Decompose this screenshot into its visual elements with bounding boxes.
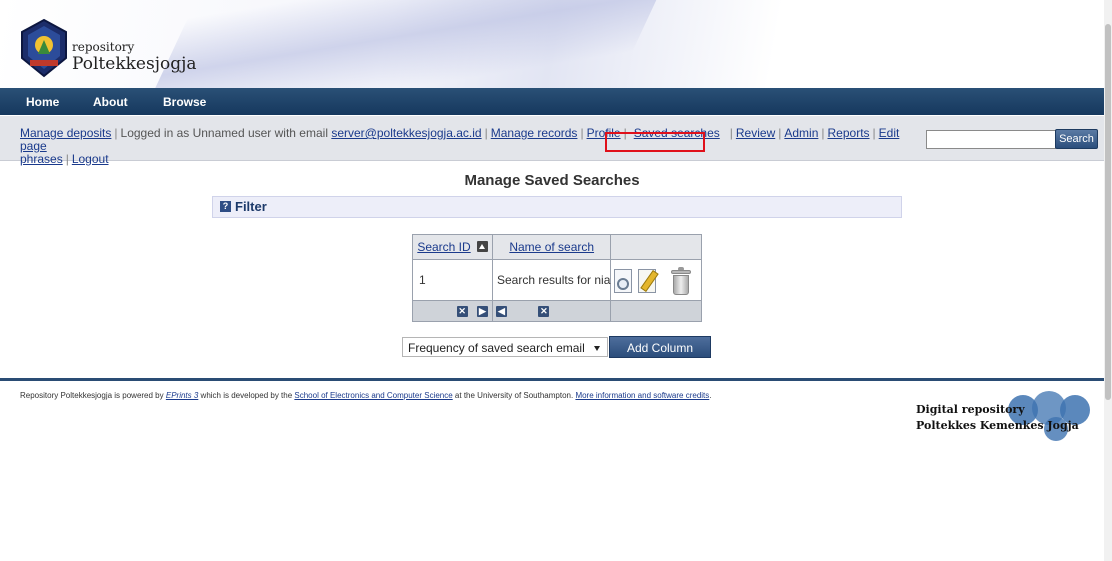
col2-controls: ◀ ✕	[491, 300, 612, 322]
column-controls-row: ✕ ▶ ◀ ✕	[412, 300, 703, 322]
edit-icon[interactable]	[638, 269, 657, 293]
chevron-down-icon	[594, 346, 600, 351]
column-header-search-id[interactable]: Search ID	[412, 234, 493, 260]
sort-by-name-link[interactable]: Name of search	[509, 240, 594, 254]
footer-text-2: which is developed by the	[198, 391, 295, 400]
move-left-icon[interactable]: ◀	[496, 306, 507, 318]
reports-link[interactable]: Reports	[828, 126, 870, 140]
remove-column-icon[interactable]: ✕	[456, 306, 468, 318]
footer-credits: Repository Poltekkesjogja is powered by …	[20, 391, 712, 400]
eprints-link[interactable]: EPrints 3	[166, 391, 198, 400]
site-name[interactable]: Poltekkesjogja	[72, 54, 197, 74]
footer-text-4: .	[709, 391, 712, 400]
footer-logo-line2: Poltekkes Kemenkes Jogja	[916, 419, 1079, 432]
logout-link[interactable]: Logout	[72, 152, 109, 166]
more-info-link[interactable]: More information and software credits	[575, 391, 709, 400]
repository-label: repository	[72, 40, 135, 54]
school-link[interactable]: School of Electronics and Computer Scien…	[294, 391, 452, 400]
footer-text-3: at the University of Southampton.	[452, 391, 576, 400]
col1-controls: ✕ ▶	[412, 300, 493, 322]
filter-label: Filter	[235, 199, 267, 214]
table-row: 1 Search results for nia	[412, 259, 703, 301]
scrollbar[interactable]	[1104, 0, 1112, 561]
header-decoration	[154, 0, 666, 88]
scrollbar-thumb[interactable]	[1105, 24, 1111, 400]
footer-divider	[0, 378, 1104, 381]
view-icon[interactable]	[614, 269, 633, 293]
cell-actions	[610, 259, 703, 301]
row-actions	[611, 260, 701, 300]
site-header: repository Poltekkesjogja	[0, 0, 1104, 88]
main-menu: Home About Browse	[0, 88, 1104, 115]
menu-about[interactable]: About	[93, 95, 128, 109]
admin-link[interactable]: Admin	[784, 126, 818, 140]
column-header-name[interactable]: Name of search	[491, 234, 612, 260]
poltekkes-logo-icon[interactable]	[18, 18, 70, 78]
toolbar-links: Manage deposits | Logged in as Unnamed use…	[20, 126, 900, 166]
help-icon: ?	[220, 201, 231, 212]
footer-logo-line1: Digital repository	[916, 403, 1025, 416]
col3-controls	[610, 300, 703, 322]
footer-logo[interactable]: Digital repository Poltekkes Kemenkes Jo…	[900, 389, 1100, 443]
filter-toggle[interactable]: ? Filter	[212, 196, 902, 218]
delete-icon[interactable]	[671, 267, 692, 295]
add-column-button[interactable]: Add Column	[609, 336, 711, 358]
search-input[interactable]	[926, 130, 1056, 149]
cell-search-id: 1	[412, 259, 493, 301]
remove-column-icon[interactable]: ✕	[538, 306, 550, 318]
footer-text-1: Repository Poltekkesjogja is powered by	[20, 391, 166, 400]
email-link[interactable]: server@poltekkesjogja.ac.id	[331, 126, 481, 140]
saved-searches-highlight	[605, 132, 705, 152]
table-header-row: Search ID Name of search	[412, 234, 703, 260]
column-select-value: Frequency of saved search email	[408, 341, 585, 355]
review-link[interactable]: Review	[736, 126, 775, 140]
logged-in-text: Logged in as Unnamed user with email	[120, 126, 328, 140]
move-right-icon[interactable]: ▶	[477, 306, 488, 318]
manage-records-link[interactable]: Manage records	[491, 126, 578, 140]
column-header-actions	[610, 234, 703, 260]
phrases-link[interactable]: phrases	[20, 152, 63, 166]
sort-ascending-icon[interactable]	[476, 241, 488, 253]
manage-deposits-link[interactable]: Manage deposits	[20, 126, 111, 140]
saved-searches-table: Search ID Name of search 1 Search result…	[412, 234, 703, 322]
sort-by-search-id-link[interactable]: Search ID	[417, 240, 470, 254]
search-button[interactable]: Search	[1055, 129, 1098, 149]
cell-search-name: Search results for nia	[491, 259, 612, 301]
column-select[interactable]: Frequency of saved search email	[402, 337, 608, 357]
menu-home[interactable]: Home	[26, 95, 59, 109]
menu-browse[interactable]: Browse	[163, 95, 206, 109]
page-title: Manage Saved Searches	[464, 172, 640, 189]
